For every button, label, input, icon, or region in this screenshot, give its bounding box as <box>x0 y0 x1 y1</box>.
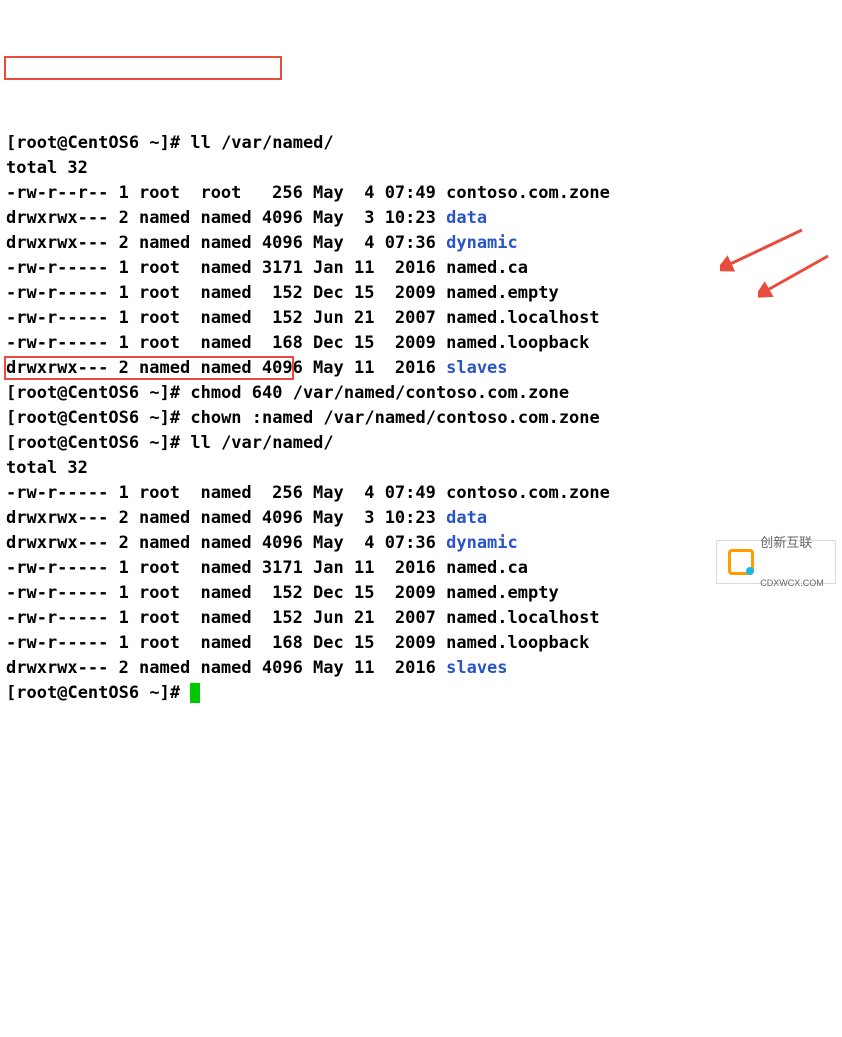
dir-name: slaves <box>446 358 507 378</box>
file-name: named.loopback <box>446 333 589 353</box>
prompt: [root@CentOS6 ~]# <box>6 683 180 703</box>
file-name: contoso.com.zone <box>446 183 610 203</box>
command-chown: chown :named /var/named/contoso.com.zone <box>190 408 599 428</box>
listing-row: drwxrwx--- 2 named named 4096 May 11 201… <box>6 358 508 378</box>
listing-row: -rw-r----- 1 root named 3171 Jan 11 2016… <box>6 558 528 578</box>
highlight-box-1 <box>4 56 282 80</box>
cursor[interactable] <box>190 683 200 703</box>
listing-row: drwxrwx--- 2 named named 4096 May 4 07:3… <box>6 533 518 553</box>
watermark-logo-icon <box>728 549 754 575</box>
prompt: [root@CentOS6 ~]# <box>6 133 180 153</box>
listing-2: -rw-r----- 1 root named 256 May 4 07:49 … <box>6 483 610 678</box>
listing-row: drwxrwx--- 2 named named 4096 May 4 07:3… <box>6 233 518 253</box>
listing-row: -rw-r----- 1 root named 168 Dec 15 2009 … <box>6 633 589 653</box>
listing-row: drwxrwx--- 2 named named 4096 May 3 10:2… <box>6 208 487 228</box>
total-line-2: total 32 <box>6 458 88 478</box>
listing-1: -rw-r--r-- 1 root root 256 May 4 07:49 c… <box>6 183 610 378</box>
command-ll1: ll /var/named/ <box>190 133 333 153</box>
watermark: 创新互联 CDXWCX.COM <box>716 540 836 584</box>
dir-name: dynamic <box>446 233 518 253</box>
file-name: named.ca <box>446 558 528 578</box>
watermark-line2: CDXWCX.COM <box>760 579 824 589</box>
dir-name: slaves <box>446 658 507 678</box>
prompt: [root@CentOS6 ~]# <box>6 383 180 403</box>
file-name: named.empty <box>446 283 559 303</box>
file-name: named.localhost <box>446 308 600 328</box>
dir-name: data <box>446 208 487 228</box>
listing-row: -rw-r--r-- 1 root root 256 May 4 07:49 c… <box>6 183 610 203</box>
prompt: [root@CentOS6 ~]# <box>6 433 180 453</box>
listing-row: -rw-r----- 1 root named 256 May 4 07:49 … <box>6 483 610 503</box>
file-name: named.loopback <box>446 633 589 653</box>
listing-row: -rw-r----- 1 root named 3171 Jan 11 2016… <box>6 258 528 278</box>
listing-row: -rw-r----- 1 root named 152 Dec 15 2009 … <box>6 283 559 303</box>
file-name: named.ca <box>446 258 528 278</box>
command-chmod: chmod 640 /var/named/contoso.com.zone <box>190 383 569 403</box>
file-name: named.empty <box>446 583 559 603</box>
watermark-line1: 创新互联 <box>760 536 824 550</box>
listing-row: -rw-r----- 1 root named 152 Jun 21 2007 … <box>6 308 600 328</box>
dir-name: dynamic <box>446 533 518 553</box>
listing-row: drwxrwx--- 2 named named 4096 May 11 201… <box>6 658 508 678</box>
file-name: named.localhost <box>446 608 600 628</box>
total-line-1: total 32 <box>6 158 88 178</box>
listing-row: -rw-r----- 1 root named 152 Jun 21 2007 … <box>6 608 600 628</box>
terminal-output: [root@CentOS6 ~]# ll /var/named/ total 3… <box>0 100 842 712</box>
dir-name: data <box>446 508 487 528</box>
file-name: contoso.com.zone <box>446 483 610 503</box>
listing-row: -rw-r----- 1 root named 152 Dec 15 2009 … <box>6 583 559 603</box>
listing-row: -rw-r----- 1 root named 168 Dec 15 2009 … <box>6 333 589 353</box>
command-ll2: ll /var/named/ <box>190 433 333 453</box>
prompt: [root@CentOS6 ~]# <box>6 408 180 428</box>
listing-row: drwxrwx--- 2 named named 4096 May 3 10:2… <box>6 508 487 528</box>
